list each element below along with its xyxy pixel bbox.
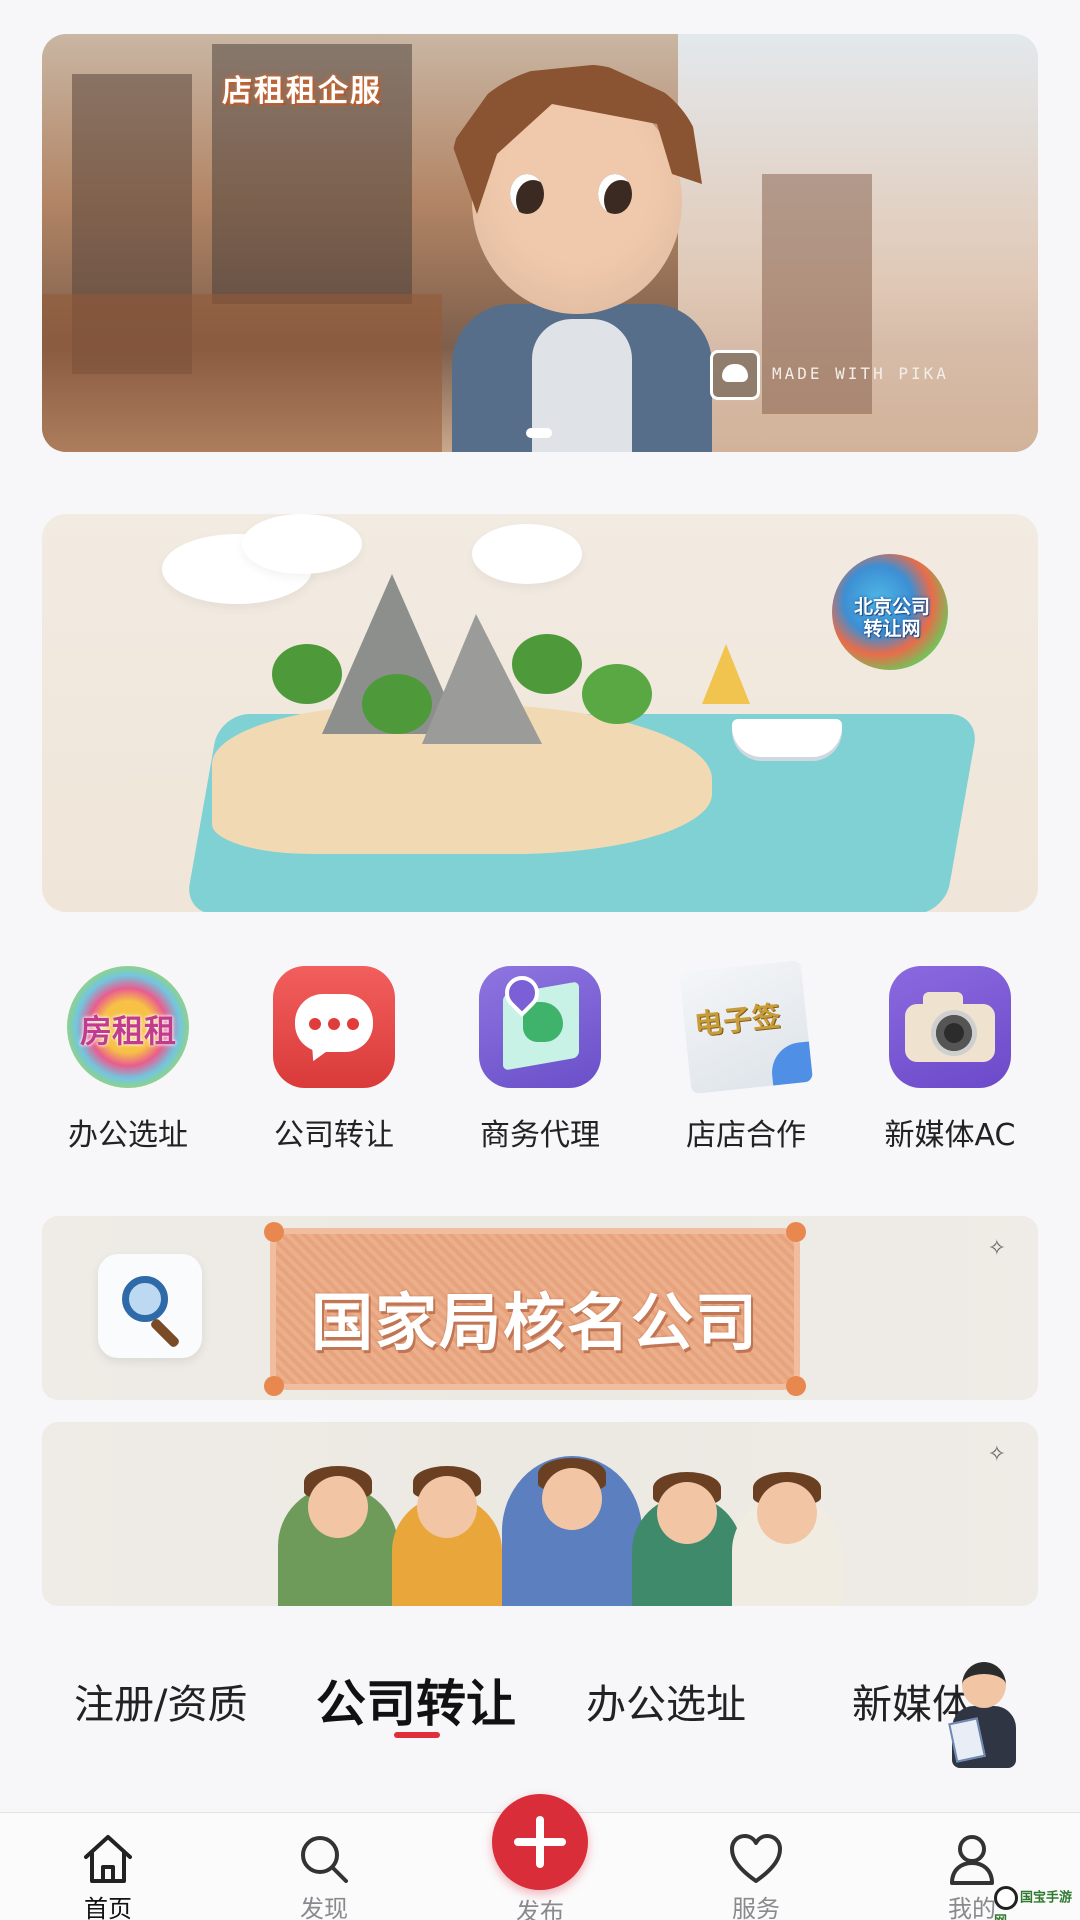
carousel-indicator[interactable] <box>526 428 552 438</box>
publish-button[interactable] <box>492 1794 588 1890</box>
tree-illustration <box>272 644 342 704</box>
quick-link-business-agency[interactable]: 商务代理 <box>440 960 640 1154</box>
tree-illustration <box>512 634 582 694</box>
quick-link-company-transfer[interactable]: 公司转让 <box>234 960 434 1154</box>
cloud-illustration <box>242 514 362 574</box>
cloud-icon <box>722 364 748 382</box>
quick-links-grid: 房租租 办公选址 公司转让 商务代理 电子签 店店合作 新媒体AC <box>0 959 1080 1160</box>
promo-plaque: 国家局核名公司 <box>264 1222 806 1396</box>
nav-discover[interactable]: 发现 <box>264 1813 384 1920</box>
home-page: 店租租企服 MADE WITH PIKA 北京公司 转让网 房租租 办公选址 公… <box>0 0 1080 1920</box>
island-banner[interactable]: 北京公司 转让网 <box>42 514 1038 912</box>
girl-eye <box>510 174 544 214</box>
ship-illustration <box>732 719 842 757</box>
search-icon <box>301 1836 348 1883</box>
person-illustration <box>392 1466 502 1606</box>
customer-service-avatar[interactable] <box>946 1662 1022 1768</box>
tab-registration[interactable]: 注册/资质 <box>74 1672 247 1730</box>
icon-text: 房租租 <box>79 1012 176 1050</box>
publish-label: 发布 <box>516 1898 564 1920</box>
hero-banner[interactable]: 店租租企服 MADE WITH PIKA <box>42 34 1038 452</box>
girl-eye <box>598 174 632 214</box>
person-illustration <box>278 1466 398 1606</box>
badge-text: 北京公司 转让网 <box>842 596 942 640</box>
tab-company-transfer[interactable]: 公司转让 <box>316 1664 516 1736</box>
active-tab-indicator <box>394 1732 440 1738</box>
badge-text-line2: 转让网 <box>863 618 921 640</box>
camera-icon <box>889 966 1011 1088</box>
street-illustration <box>42 294 442 452</box>
quick-link-label: 商务代理 <box>480 1118 600 1153</box>
group-promo[interactable]: ✧ <box>42 1422 1038 1606</box>
icon-text: 电子签 <box>692 999 783 1042</box>
chat-bubble-icon <box>273 966 395 1088</box>
panda-logo-icon <box>994 1886 1018 1910</box>
quick-link-new-media[interactable]: 新媒体AC <box>850 960 1050 1154</box>
quick-link-label: 新媒体AC <box>884 1118 1016 1153</box>
site-watermark: 国宝手游网 <box>994 1886 1078 1920</box>
heart-icon <box>730 1834 782 1883</box>
nav-label: 发现 <box>300 1895 348 1920</box>
person-illustration <box>632 1472 742 1606</box>
quick-link-office-location[interactable]: 房租租 办公选址 <box>28 960 228 1154</box>
sailboat-illustration <box>702 644 750 704</box>
tree-illustration <box>362 674 432 734</box>
sparkle-icon: ✧ <box>987 1236 1006 1261</box>
map-pin-icon <box>479 966 601 1088</box>
banner-brand-text: 店租租企服 <box>222 74 382 109</box>
tab-office-location[interactable]: 办公选址 <box>586 1672 746 1730</box>
nav-label: 首页 <box>84 1895 132 1920</box>
badge-text-line1: 北京公司 <box>853 596 930 618</box>
sparkle-icon: ✧ <box>987 1442 1006 1467</box>
tree-illustration <box>582 664 652 724</box>
nav-home[interactable]: 首页 <box>48 1813 168 1920</box>
person-illustration <box>732 1472 842 1606</box>
quick-link-label: 店店合作 <box>686 1118 806 1153</box>
quick-link-label: 办公选址 <box>68 1118 188 1153</box>
person-illustration <box>502 1456 642 1606</box>
quick-link-label: 公司转让 <box>274 1118 394 1153</box>
category-tabs: 注册/资质 公司转让 办公选址 新媒体 <box>0 1650 1080 1750</box>
nav-services[interactable]: 服务 <box>696 1813 816 1920</box>
name-check-promo[interactable]: 国家局核名公司 ✧ <box>42 1216 1038 1400</box>
nav-label: 服务 <box>732 1895 780 1920</box>
e-sign-document-icon: 电子签 <box>678 959 814 1095</box>
promo-title: 国家局核名公司 <box>310 1286 759 1359</box>
magnifier-icon <box>98 1254 202 1358</box>
cloud-illustration <box>472 524 582 584</box>
home-icon <box>84 1835 132 1883</box>
colorful-house-badge-icon: 房租租 <box>67 966 189 1088</box>
quick-link-store-cooperation[interactable]: 电子签 店店合作 <box>646 959 846 1154</box>
user-icon <box>950 1835 994 1885</box>
watermark-text: MADE WITH PIKA <box>772 364 949 383</box>
